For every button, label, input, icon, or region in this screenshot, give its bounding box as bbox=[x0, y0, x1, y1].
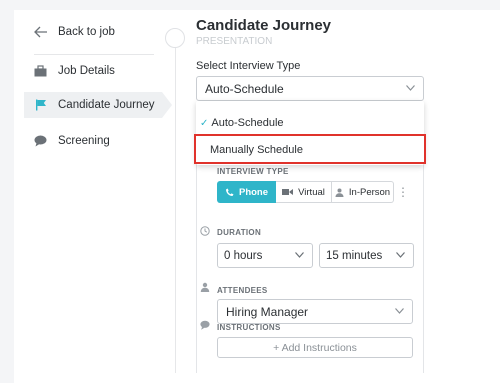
page-title: Candidate Journey bbox=[196, 17, 332, 34]
duration-minutes-select[interactable]: 15 minutes bbox=[319, 243, 414, 268]
timeline-line bbox=[175, 30, 176, 373]
interview-type-in-person-button[interactable]: In-Person bbox=[332, 181, 394, 203]
interview-type-virtual-label: Virtual bbox=[298, 186, 325, 198]
arrow-left-icon bbox=[34, 26, 47, 38]
chat-bubble-icon bbox=[34, 135, 47, 147]
dropdown-option-label: Auto-Schedule bbox=[211, 117, 284, 129]
add-instructions-button[interactable]: + Add Instructions bbox=[217, 337, 413, 358]
chat-bubble-icon bbox=[200, 320, 210, 330]
section-caption: PRESENTATION bbox=[196, 36, 273, 47]
duration-hours-value: 0 hours bbox=[224, 249, 263, 262]
attendees-label: ATTENDEES bbox=[217, 286, 268, 295]
highlight-box bbox=[194, 134, 426, 164]
sidebar: Back to job Job Details Candidate Journe… bbox=[14, 10, 189, 383]
briefcase-icon bbox=[34, 65, 47, 77]
duration-hours-select[interactable]: 0 hours bbox=[217, 243, 313, 268]
back-to-job-label: Back to job bbox=[58, 26, 115, 38]
sidebar-item-candidate-journey[interactable]: Candidate Journey bbox=[24, 92, 172, 118]
sidebar-item-job-details[interactable]: Job Details bbox=[24, 58, 162, 84]
phone-icon bbox=[225, 188, 234, 197]
interview-type-select-value: Auto-Schedule bbox=[205, 81, 284, 96]
attendees-value: Hiring Manager bbox=[226, 304, 309, 319]
interview-type-in-person-label: In-Person bbox=[348, 186, 391, 198]
interview-type-phone-button[interactable]: Phone bbox=[217, 181, 276, 203]
sidebar-item-label: Candidate Journey bbox=[58, 99, 155, 111]
interview-type-virtual-button[interactable]: Virtual bbox=[276, 181, 332, 203]
sidebar-item-label: Screening bbox=[58, 135, 110, 147]
select-interview-type-label: Select Interview Type bbox=[196, 60, 301, 72]
attendees-select[interactable]: Hiring Manager bbox=[217, 299, 413, 324]
sidebar-item-screening[interactable]: Screening bbox=[24, 128, 162, 154]
back-to-job-link[interactable]: Back to job bbox=[34, 24, 115, 40]
duration-minutes-value: 15 minutes bbox=[326, 249, 383, 262]
video-camera-icon bbox=[282, 188, 294, 196]
instructions-label: INSTRUCTIONS bbox=[217, 323, 281, 332]
interview-type-phone-label: Phone bbox=[238, 186, 269, 198]
check-icon: ✓ bbox=[200, 117, 209, 129]
clock-icon bbox=[200, 226, 210, 236]
interview-type-label: INTERVIEW TYPE bbox=[217, 167, 289, 176]
chevron-down-icon bbox=[396, 252, 405, 258]
chevron-down-icon bbox=[295, 252, 304, 258]
sidebar-item-label: Job Details bbox=[58, 65, 115, 77]
chevron-down-icon bbox=[395, 308, 404, 314]
person-icon bbox=[200, 282, 210, 292]
person-icon bbox=[335, 188, 344, 197]
duration-label: DURATION bbox=[217, 228, 262, 237]
more-options-icon[interactable]: ⋮ bbox=[396, 181, 410, 203]
flag-icon bbox=[34, 99, 47, 111]
timeline-node bbox=[165, 28, 185, 48]
interview-type-select[interactable]: Auto-Schedule bbox=[196, 76, 424, 101]
chevron-down-icon bbox=[406, 85, 415, 91]
dropdown-option-auto-schedule[interactable]: ✓ Auto-Schedule bbox=[196, 109, 424, 137]
sidebar-divider bbox=[34, 54, 154, 55]
